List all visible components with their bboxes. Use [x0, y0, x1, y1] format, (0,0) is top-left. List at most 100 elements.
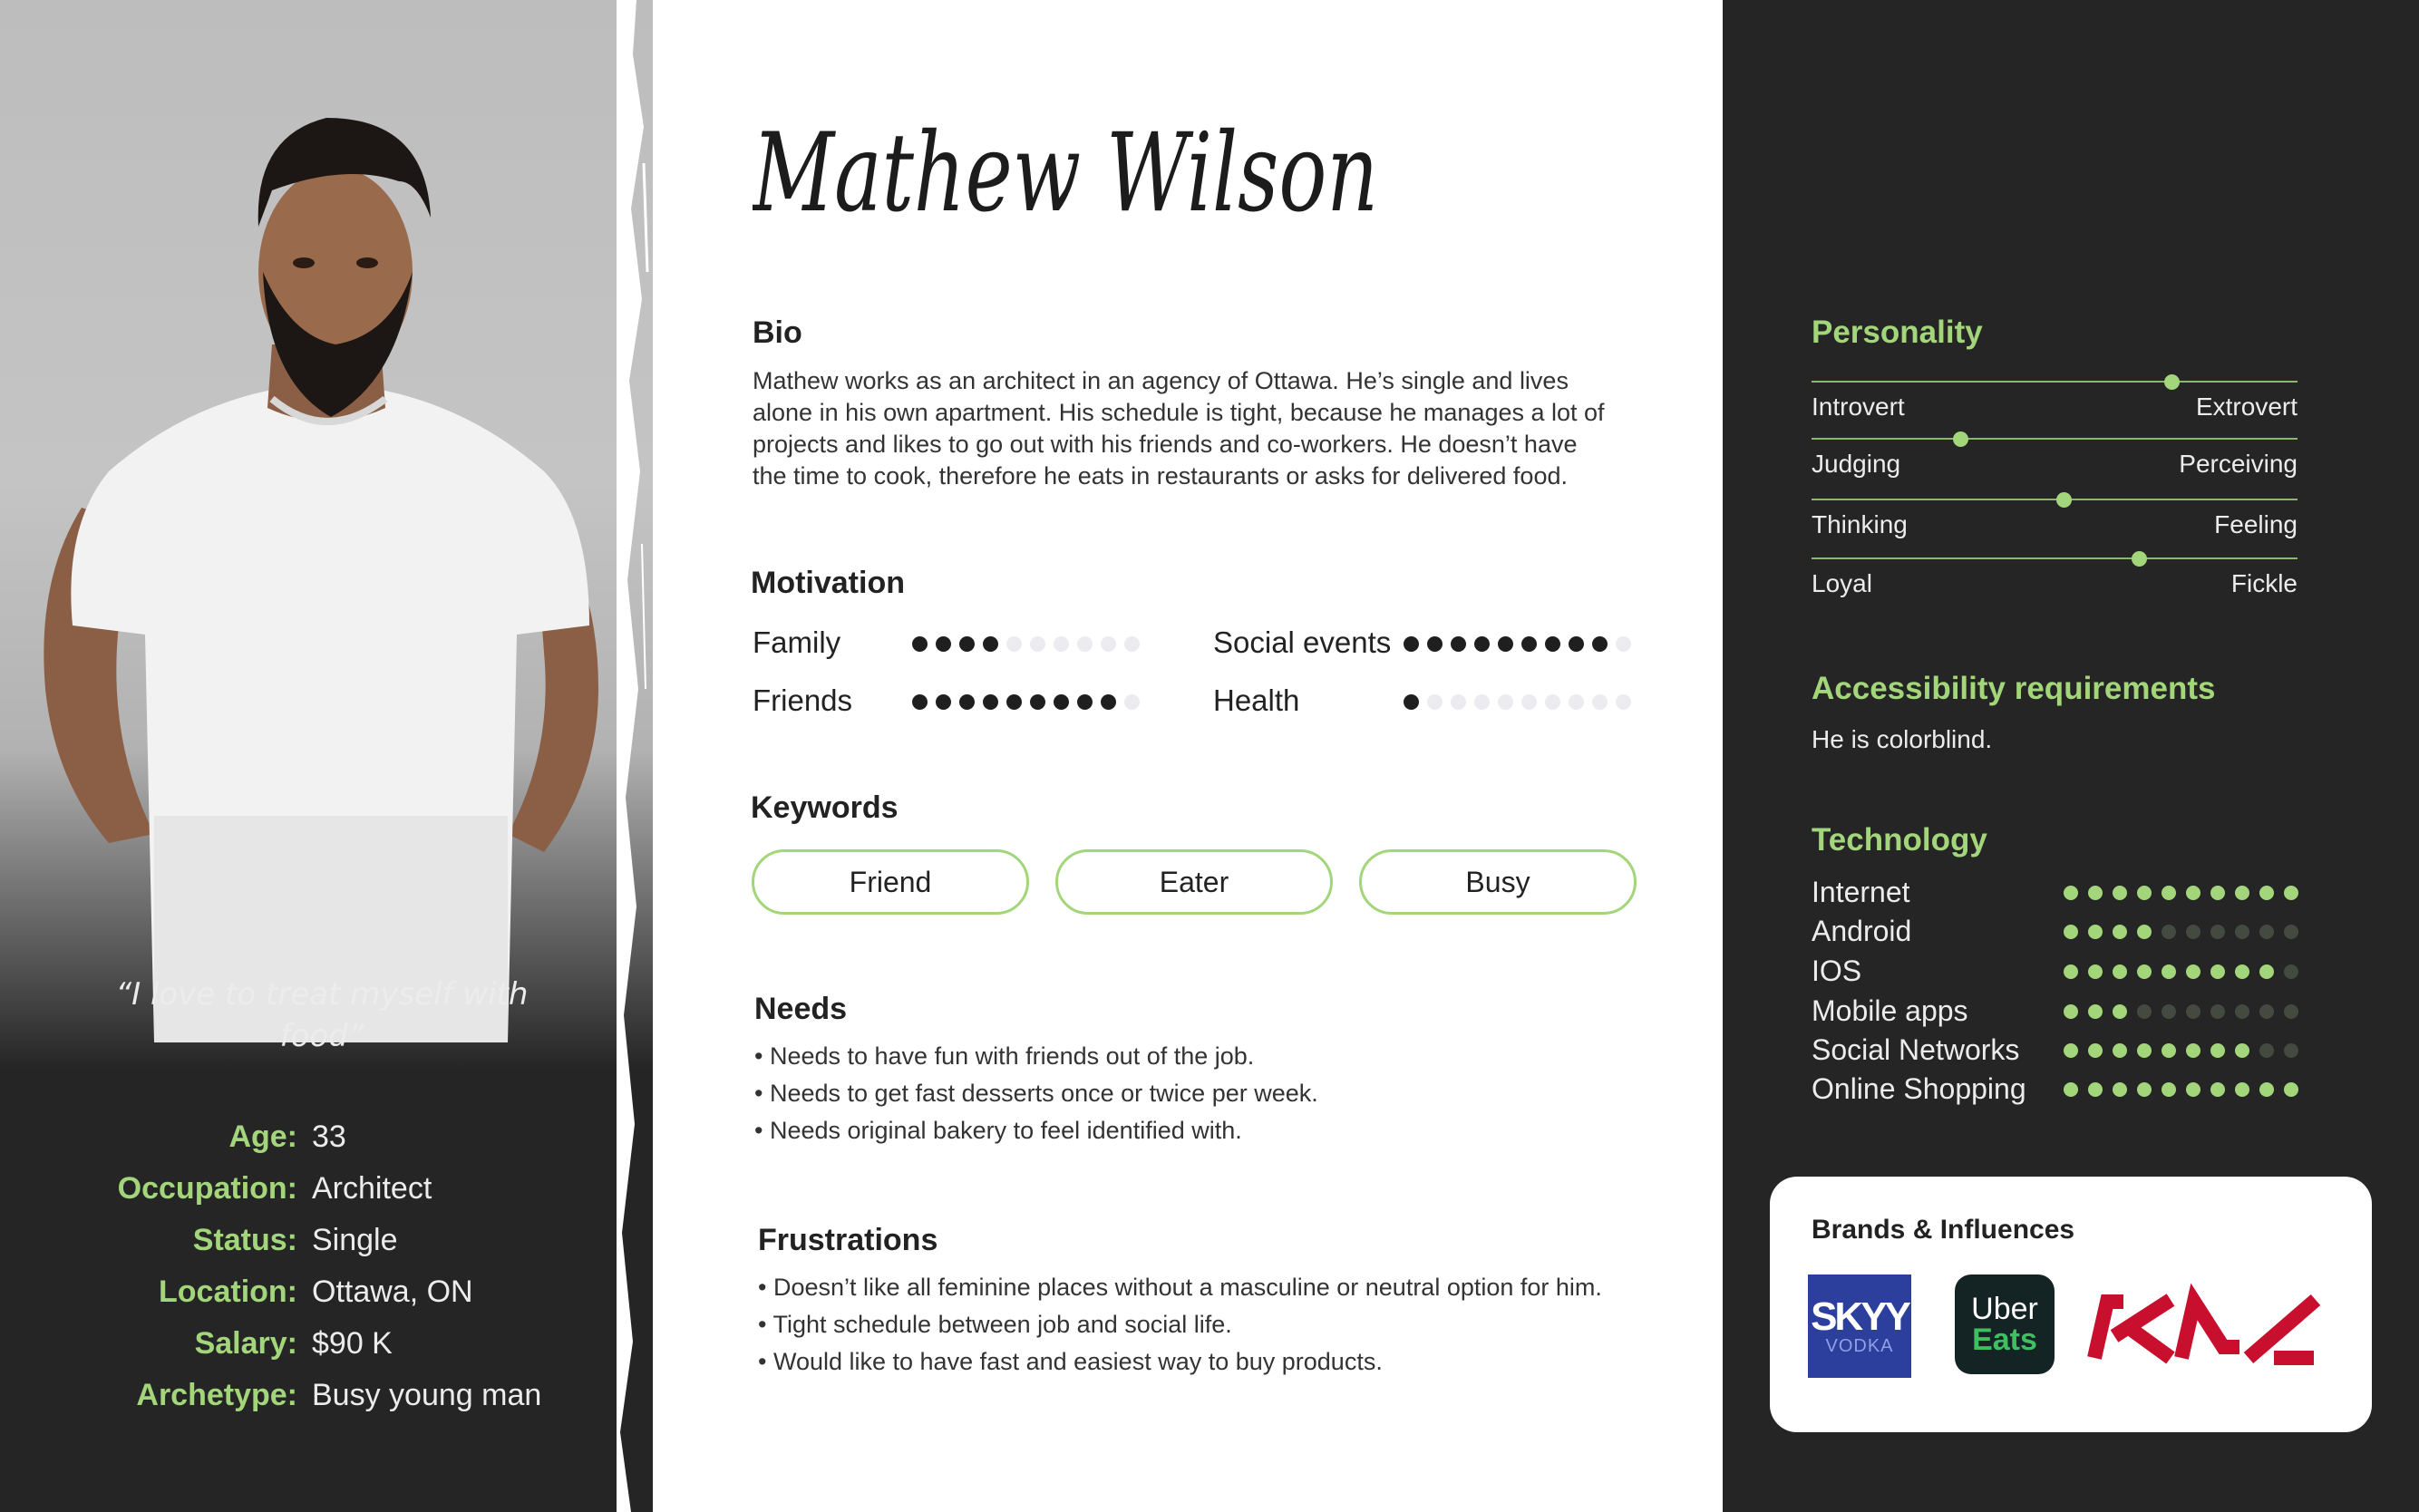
technology-dots [2064, 1082, 2298, 1097]
rating-dot-filled [912, 636, 928, 652]
tech-dot-empty [2137, 1004, 2152, 1019]
slider-right-label: Extrovert [2195, 393, 2298, 421]
tech-dot-filled [2064, 1004, 2078, 1019]
rating-dot-filled [1451, 636, 1466, 652]
slider-left-label: Judging [1812, 450, 1901, 478]
tech-dot-filled [2137, 1043, 2152, 1058]
persona-details-column: Mathew Wilson Bio Mathew works as an arc… [653, 0, 1723, 1512]
detail-value: Busy young man [312, 1378, 542, 1412]
detail-value: Single [312, 1223, 398, 1257]
slider-track [1812, 381, 2298, 383]
motivation-dots [1404, 694, 1631, 710]
detail-salary: Salary: $90 K [0, 1326, 653, 1371]
tech-dot-filled [2210, 1043, 2225, 1058]
tech-dot-empty [2259, 1043, 2274, 1058]
motivation-label: Friends [753, 683, 853, 717]
person-illustration [44, 118, 598, 1042]
rating-dot-empty [1030, 636, 1045, 652]
keyword-pill: Busy [1359, 849, 1637, 915]
tech-dot-empty [2186, 1004, 2200, 1019]
tech-dot-empty [2284, 925, 2298, 939]
tech-dot-empty [2284, 1043, 2298, 1058]
rating-dot-empty [1006, 636, 1022, 652]
brands-title: Brands & Influences [1812, 1215, 2075, 1245]
tech-dot-filled [2259, 964, 2274, 979]
persona-photo-panel: “I love to treat myself with food” Age: … [0, 0, 653, 1512]
rating-dot-empty [1124, 636, 1140, 652]
tech-dot-filled [2210, 964, 2225, 979]
bio-title: Bio [753, 315, 802, 350]
detail-occupation: Occupation: Architect [0, 1171, 653, 1216]
needs-item: • Needs to have fun with friends out of … [754, 1042, 1255, 1070]
tech-dot-filled [2113, 1082, 2127, 1097]
rating-dot-filled [959, 636, 975, 652]
bio-line: alone in his own apartment. His schedule… [753, 399, 1605, 426]
eats-logo-text: Eats [1972, 1323, 2037, 1357]
tech-dot-filled [2113, 964, 2127, 979]
technology-label: Android [1812, 915, 1912, 947]
skyy-logo-subtext: VODKA [1825, 1336, 1894, 1356]
tech-dot-filled [2186, 1043, 2200, 1058]
keyword-pill: Eater [1055, 849, 1333, 915]
technology-dots [2064, 925, 2298, 939]
tech-dot-filled [2088, 1004, 2103, 1019]
tech-dot-empty [2162, 925, 2176, 939]
personality-slider: Judging Perceiving [1812, 431, 2298, 486]
technology-label: Online Shopping [1812, 1072, 2026, 1105]
rating-dot-empty [1101, 636, 1116, 652]
technology-title: Technology [1812, 822, 1987, 858]
detail-label: Status: [192, 1223, 297, 1257]
tech-dot-filled [2235, 964, 2249, 979]
frustrations-item: • Tight schedule between job and social … [758, 1311, 1232, 1338]
rating-dot-empty [1054, 636, 1069, 652]
slider-knob [2132, 551, 2147, 567]
slider-left-label: Loyal [1812, 569, 1872, 597]
tech-dot-filled [2259, 1082, 2274, 1097]
accessibility-title: Accessibility requirements [1812, 671, 2216, 706]
rating-dot-filled [1498, 636, 1513, 652]
slider-right-label: Perceiving [2179, 450, 2298, 478]
tech-dot-filled [2064, 925, 2078, 939]
rating-dot-empty [1451, 694, 1466, 710]
rating-dot-empty [1569, 694, 1584, 710]
rating-dot-filled [1054, 694, 1069, 710]
uber-eats-logo: Uber Eats [1955, 1275, 2055, 1374]
tech-dot-filled [2064, 964, 2078, 979]
tech-dot-filled [2088, 886, 2103, 900]
tech-dot-filled [2088, 925, 2103, 939]
needs-item: • Needs to get fast desserts once or twi… [754, 1080, 1318, 1107]
uber-logo-text: Uber [1971, 1292, 2038, 1326]
rating-dot-filled [912, 694, 928, 710]
slider-right-label: Fickle [2230, 569, 2298, 597]
rating-dot-empty [1124, 694, 1140, 710]
rating-dot-filled [1077, 694, 1093, 710]
rating-dot-filled [1404, 636, 1419, 652]
rating-dot-empty [1498, 694, 1513, 710]
slider-knob [2056, 492, 2072, 508]
tech-dot-filled [2210, 1082, 2225, 1097]
tech-dot-filled [2284, 886, 2298, 900]
detail-status: Status: Single [0, 1223, 653, 1268]
personality-slider: Introvert Extrovert [1812, 374, 2298, 429]
tech-dot-empty [2259, 925, 2274, 939]
personality-slider: Thinking Feeling [1812, 492, 2298, 547]
detail-label: Salary: [194, 1326, 297, 1361]
tech-dot-empty [2210, 1004, 2225, 1019]
motivation-dots [912, 636, 1140, 652]
tech-dot-filled [2162, 964, 2176, 979]
rating-dot-filled [1006, 694, 1022, 710]
technology-dots [2064, 886, 2298, 900]
rating-dot-filled [1545, 636, 1560, 652]
slider-knob [2164, 374, 2180, 390]
rating-dot-filled [1427, 636, 1443, 652]
tech-dot-empty [2235, 925, 2249, 939]
tech-dot-filled [2186, 1082, 2200, 1097]
tech-dot-filled [2235, 1082, 2249, 1097]
tech-dot-filled [2284, 1082, 2298, 1097]
persona-quote: “I love to treat myself with food” [115, 976, 529, 1054]
personality-slider: Loyal Fickle [1812, 551, 2298, 606]
rating-dot-empty [1474, 694, 1490, 710]
tech-dot-filled [2113, 886, 2127, 900]
slider-left-label: Thinking [1812, 510, 1908, 538]
detail-label: Archetype: [136, 1378, 297, 1412]
